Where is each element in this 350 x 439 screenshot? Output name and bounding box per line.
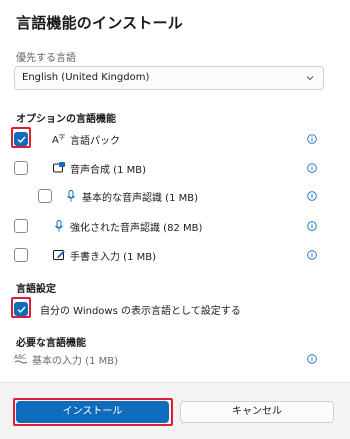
- required-basic-input: ABC 基本の入力 (1 MB): [14, 349, 118, 369]
- option-handwriting[interactable]: 手書き入力 (1 MB): [14, 245, 156, 265]
- microphone-icon: [55, 220, 63, 232]
- display-language-checkbox[interactable]: [14, 302, 28, 316]
- language-pack-label: 言語パック: [70, 135, 120, 147]
- basic-speech-recognition-label: 基本的な音声認識 (1 MB): [82, 192, 199, 204]
- dialog-footer: インストール キャンセル: [0, 382, 350, 439]
- info-icon[interactable]: [307, 191, 317, 201]
- preferred-language-label: 優先する言語: [16, 53, 76, 64]
- option-display-language[interactable]: 自分の Windows の表示言語として設定する: [14, 299, 241, 319]
- preferred-language-value: English (United Kingdom): [22, 72, 150, 83]
- language-pack-icon: A 字: [52, 133, 65, 146]
- svg-text:ABC: ABC: [14, 354, 26, 361]
- speech-bubble-icon: [53, 162, 65, 173]
- enhanced-speech-recognition-checkbox[interactable]: [14, 219, 28, 233]
- microphone-icon: [67, 190, 75, 202]
- option-language-pack[interactable]: A 字 言語パック: [14, 129, 120, 149]
- handwriting-label: 手書き入力 (1 MB): [70, 251, 157, 263]
- info-icon[interactable]: [307, 134, 317, 144]
- display-language-label: 自分の Windows の表示言語として設定する: [40, 305, 241, 317]
- info-icon[interactable]: [307, 250, 317, 260]
- pen-icon: [53, 250, 65, 260]
- language-pack-checkbox[interactable]: [14, 132, 28, 146]
- basic-speech-recognition-checkbox[interactable]: [38, 189, 52, 203]
- info-icon[interactable]: [307, 354, 317, 364]
- basic-input-icon: ABC: [14, 354, 28, 364]
- enhanced-speech-recognition-label: 強化された音声認識 (82 MB): [70, 222, 203, 234]
- option-enhanced-speech-recognition[interactable]: 強化された音声認識 (82 MB): [14, 216, 202, 236]
- info-icon[interactable]: [307, 163, 317, 173]
- svg-text:A: A: [52, 135, 59, 146]
- optional-features-heading: オプションの言語機能: [16, 114, 116, 125]
- install-button[interactable]: インストール: [16, 401, 169, 423]
- chevron-down-icon: [306, 76, 314, 81]
- checkmark-icon: [17, 136, 26, 144]
- text-to-speech-label: 音声合成 (1 MB): [70, 164, 147, 176]
- option-basic-speech-recognition[interactable]: 基本的な音声認識 (1 MB): [38, 186, 198, 206]
- dialog-title: 言語機能のインストール: [16, 14, 183, 32]
- required-features-heading: 必要な言語機能: [16, 338, 86, 349]
- install-language-features-dialog: 言語機能のインストール 優先する言語 English (United Kingd…: [0, 0, 350, 439]
- basic-input-label: 基本の入力 (1 MB): [32, 355, 119, 367]
- text-to-speech-checkbox[interactable]: [14, 161, 28, 175]
- handwriting-checkbox[interactable]: [14, 248, 28, 262]
- checkmark-icon: [17, 306, 26, 314]
- cancel-button[interactable]: キャンセル: [180, 401, 334, 423]
- info-icon[interactable]: [307, 221, 317, 231]
- preferred-language-dropdown[interactable]: English (United Kingdom): [14, 66, 324, 90]
- option-text-to-speech[interactable]: 音声合成 (1 MB): [14, 158, 146, 178]
- svg-text:字: 字: [59, 133, 65, 141]
- language-settings-heading: 言語設定: [16, 284, 56, 295]
